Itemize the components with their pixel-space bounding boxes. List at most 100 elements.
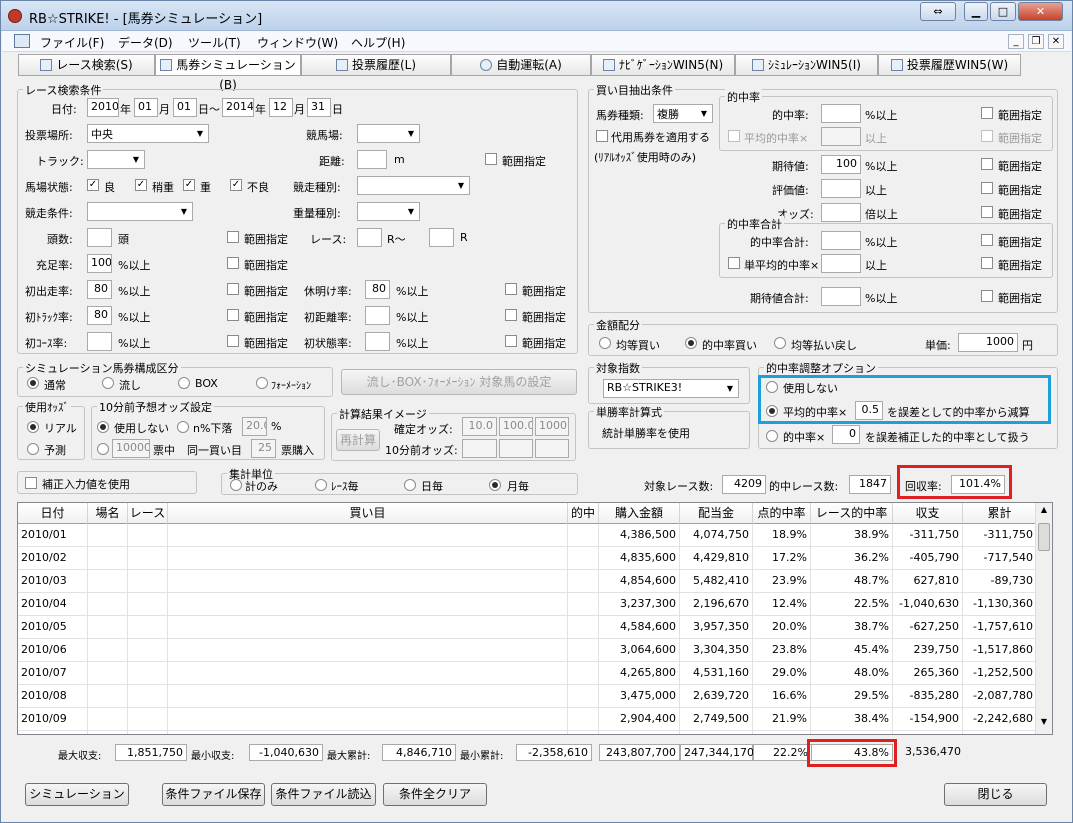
clear-conditions-button[interactable]: 条件全クリア: [383, 783, 487, 806]
simulation-button[interactable]: シミュレーション: [25, 783, 129, 806]
tab-race-search[interactable]: レース検索(S): [18, 54, 155, 76]
expected-range-checkbox[interactable]: [981, 158, 993, 170]
restore-window-button[interactable]: ⇔: [920, 2, 956, 21]
baba-good-checkbox[interactable]: ✓: [87, 179, 99, 191]
bet-kind-select[interactable]: 複勝 ▼: [653, 104, 713, 123]
adjust-none-radio[interactable]: [766, 381, 778, 393]
load-conditions-button[interactable]: 条件ファイル読込: [271, 783, 376, 806]
tab-auto-run[interactable]: 自動運転(A): [451, 54, 591, 76]
col-header-payout[interactable]: 配当金: [680, 503, 753, 524]
col-header-race-hit[interactable]: レース的中率: [811, 503, 893, 524]
expected-sum-input[interactable]: [821, 287, 861, 306]
end-month-input[interactable]: 12: [269, 98, 293, 117]
hit-rate-input[interactable]: [821, 104, 861, 123]
odds10-vote-input[interactable]: 10000: [112, 439, 150, 458]
heads-input[interactable]: [87, 228, 112, 247]
avg-hit-range-checkbox[interactable]: [981, 130, 993, 142]
tab-simulation-win5[interactable]: ｼﾐｭﾚｰｼｮﾝWIN5(I): [735, 54, 878, 76]
fill-rate-range-checkbox[interactable]: [227, 257, 239, 269]
avg-hit-input[interactable]: [821, 127, 861, 146]
baba-heavy-checkbox[interactable]: ✓: [183, 179, 195, 191]
hit-sum-range-checkbox[interactable]: [981, 234, 993, 246]
alloc-payout-radio[interactable]: [774, 337, 786, 349]
close-window-button[interactable]: ✕: [1018, 2, 1063, 21]
race-condition-select[interactable]: ▼: [87, 202, 193, 221]
course-select[interactable]: ▼: [87, 150, 145, 169]
start-day-input[interactable]: 01: [173, 98, 197, 117]
comp-normal-radio[interactable]: [27, 377, 39, 389]
distance-input[interactable]: [357, 150, 387, 169]
col-header-purchase[interactable]: 購入金額: [599, 503, 680, 524]
first-course-range-checkbox[interactable]: [227, 335, 239, 347]
first-distance-range-checkbox[interactable]: [505, 309, 517, 321]
confirm-odds-input-1[interactable]: 10.0: [462, 417, 497, 436]
col-header-date[interactable]: 日付: [18, 503, 88, 524]
ten-odds-input-3[interactable]: [535, 439, 569, 458]
expected-input[interactable]: 100: [821, 155, 861, 174]
race-type-select[interactable]: ▼: [357, 176, 470, 195]
weight-type-select[interactable]: ▼: [357, 202, 420, 221]
tab-bet-simulation[interactable]: 馬券シミュレーション(B): [155, 54, 301, 92]
scroll-thumb[interactable]: [1038, 523, 1050, 551]
odds-predict-radio[interactable]: [27, 443, 39, 455]
odds10-count-input[interactable]: 25: [251, 439, 276, 458]
odds10-none-radio[interactable]: [97, 421, 109, 433]
results-grid[interactable]: 日付 場名 レース 買い目 的中 購入金額 配当金 点的中率 レース的中率 収支…: [17, 502, 1053, 735]
unit-price-input[interactable]: 1000: [958, 333, 1018, 352]
tab-vote-history-win5[interactable]: 投票履歴WIN5(W): [878, 54, 1021, 76]
minimize-button[interactable]: ▁: [964, 2, 988, 21]
adjust-hit-radio[interactable]: [766, 430, 778, 442]
first-run-range-checkbox[interactable]: [227, 283, 239, 295]
menu-window[interactable]: ウィンドウ(W): [257, 34, 338, 51]
odds-input[interactable]: [821, 203, 861, 222]
race-to-input[interactable]: [429, 228, 454, 247]
end-day-input[interactable]: 31: [307, 98, 331, 117]
close-button[interactable]: 閉じる: [944, 783, 1047, 806]
tab-navigation-win5[interactable]: ﾅﾋﾞｹﾞｰｼｮﾝWIN5(N): [591, 54, 735, 76]
comp-box-radio[interactable]: [178, 377, 190, 389]
menu-file[interactable]: ファイル(F): [40, 34, 104, 51]
avg-hit-checkbox[interactable]: [728, 130, 740, 142]
end-year-input[interactable]: 2014: [222, 98, 254, 117]
single-avg-checkbox[interactable]: [728, 257, 740, 269]
agg-total-radio[interactable]: [230, 479, 242, 491]
rest-rate-range-checkbox[interactable]: [505, 283, 517, 295]
mdi-restore-button[interactable]: ❐: [1028, 34, 1044, 49]
scroll-up-icon[interactable]: ▲: [1038, 505, 1050, 519]
tab-vote-history[interactable]: 投票履歴(L): [301, 54, 451, 76]
correction-checkbox[interactable]: [25, 477, 37, 489]
menu-tools[interactable]: ツール(T): [188, 34, 241, 51]
col-header-race[interactable]: レース: [128, 503, 168, 524]
odds-real-radio[interactable]: [27, 421, 39, 433]
first-run-input[interactable]: 80: [87, 280, 112, 299]
rest-rate-input[interactable]: 80: [365, 280, 390, 299]
racecourse-select[interactable]: ▼: [357, 124, 420, 143]
odds-range-checkbox[interactable]: [981, 206, 993, 218]
menu-data[interactable]: データ(D): [118, 34, 173, 51]
odds10-drop-radio[interactable]: [177, 421, 189, 433]
comp-nagashi-radio[interactable]: [102, 377, 114, 389]
recalc-button[interactable]: 再計算: [336, 429, 380, 451]
place-select[interactable]: 中央 ▼: [87, 124, 209, 143]
eval-input[interactable]: [821, 179, 861, 198]
substitute-checkbox[interactable]: [596, 130, 608, 142]
race-from-input[interactable]: [357, 228, 382, 247]
fill-rate-input[interactable]: 100: [87, 254, 112, 273]
baba-bad-checkbox[interactable]: ✓: [230, 179, 242, 191]
col-header-bet[interactable]: 買い目: [168, 503, 568, 524]
first-state-input[interactable]: [365, 332, 390, 351]
odds10-drop-input[interactable]: 20.0: [242, 417, 267, 436]
mdi-close-button[interactable]: ✕: [1048, 34, 1064, 49]
hit-rate-range-checkbox[interactable]: [981, 107, 993, 119]
first-distance-input[interactable]: [365, 306, 390, 325]
col-header-hit[interactable]: 的中: [568, 503, 599, 524]
hit-sum-input[interactable]: [821, 231, 861, 250]
mdi-minimize-button[interactable]: _: [1008, 34, 1024, 49]
col-header-place[interactable]: 場名: [88, 503, 128, 524]
heads-range-checkbox[interactable]: [227, 231, 239, 243]
first-track-range-checkbox[interactable]: [227, 309, 239, 321]
alloc-equal-radio[interactable]: [599, 337, 611, 349]
col-header-income[interactable]: 収支: [893, 503, 963, 524]
ten-odds-input-1[interactable]: [462, 439, 497, 458]
save-conditions-button[interactable]: 条件ファイル保存: [162, 783, 265, 806]
